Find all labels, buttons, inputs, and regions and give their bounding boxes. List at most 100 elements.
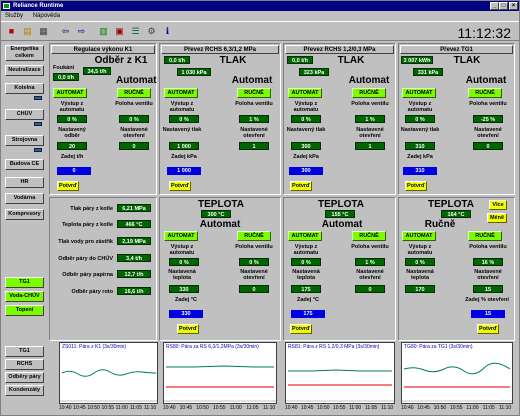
open-icon[interactable]: ▤: [21, 25, 34, 37]
info-icon[interactable]: ℹ: [161, 25, 174, 37]
k1-rucne-button[interactable]: RUČNĚ: [117, 88, 151, 98]
rchs63-input[interactable]: 1 000: [167, 167, 201, 175]
nav-kotelna[interactable]: Kotelna: [5, 83, 44, 94]
status-value-0: 6,21 MPa: [117, 204, 151, 212]
t2-temperature: 300 °C: [201, 210, 231, 218]
nav-vodarna[interactable]: Vodárna: [5, 193, 44, 204]
nav-strojovna[interactable]: Strojovna: [5, 135, 44, 146]
k1-setpoint-label: Nastavený odběr: [58, 127, 86, 139]
rchs63-mode-title: TLAK: [219, 55, 247, 66]
panel-tg1-title: Převez TG1: [400, 45, 513, 54]
rchs63-input-label: Zadej kPa: [171, 154, 197, 160]
tg1-rucne-button[interactable]: RUČNĚ: [468, 88, 502, 98]
rchs12-confirm-button[interactable]: Potvrď: [290, 181, 312, 191]
t3-automat-button[interactable]: AUTOMAT: [288, 231, 322, 241]
list-icon[interactable]: ☰: [129, 25, 142, 37]
tg1-input[interactable]: 310: [403, 167, 437, 175]
print-icon[interactable]: ▦: [37, 25, 50, 37]
status-label-0: Tlak páry z kotle: [70, 206, 113, 212]
t2-input[interactable]: 330: [169, 310, 203, 318]
t2-rucne-button[interactable]: RUČNĚ: [237, 231, 271, 241]
k1-confirm-button[interactable]: Potvrď: [57, 181, 79, 191]
nav-tg1[interactable]: TG1: [5, 346, 44, 357]
t2-confirm-button[interactable]: Potvrď: [177, 324, 199, 334]
time-tick-2-5: 11:05: [365, 405, 378, 411]
back-icon[interactable]: ⇦: [59, 25, 72, 37]
t2-output-label: Výstup z automatu: [169, 244, 195, 256]
t2-position-label: Poloha ventilu: [235, 244, 273, 250]
nav-chuv[interactable]: CHÚV: [5, 109, 44, 120]
settings-icon[interactable]: ⚙: [145, 25, 158, 37]
close-button[interactable]: ×: [509, 2, 518, 10]
t3-confirm-button[interactable]: Potvrď: [290, 324, 312, 334]
panel-status: [49, 197, 157, 341]
nav-topeni[interactable]: Topení: [5, 305, 44, 316]
nav-tg1-active[interactable]: TG1: [5, 277, 44, 288]
status-label-4: Odběr páry papírna: [62, 272, 113, 278]
rchs12-mode: Automat: [348, 75, 390, 86]
t4-rucne-button[interactable]: RUČNĚ: [468, 231, 502, 241]
stop-icon[interactable]: ■: [5, 25, 18, 37]
rchs63-position-label: Poloha ventilu: [235, 101, 273, 107]
nav-neutralizace[interactable]: Neutralizace: [5, 65, 44, 76]
trend-chart-rchs12[interactable]: RS81: Pára z RS 1,2/0,3 MPa (3s/30min): [285, 342, 395, 404]
menu-sluzby[interactable]: Služby: [5, 13, 23, 19]
rchs63-position-value: 1 %: [239, 115, 269, 123]
nav-kondenzaty[interactable]: Kondenzáty: [5, 385, 44, 396]
rchs12-input[interactable]: 300: [289, 167, 323, 175]
nav-budova-ce[interactable]: Budova CE: [5, 159, 44, 170]
nav-hr[interactable]: HR: [5, 177, 44, 188]
t4-input-label: Zadej % otevření: [465, 297, 509, 303]
t3-position-label: Poloha ventilu: [351, 244, 389, 250]
time-tick-1-6: 11:10: [263, 405, 276, 411]
t2-automat-button[interactable]: AUTOMAT: [164, 231, 198, 241]
t3-input[interactable]: 175: [291, 310, 325, 318]
trend-chart-tg1[interactable]: TG80: Pára za TG1 (3s/30min): [401, 342, 513, 404]
tg1-input-label: Zadej kPa: [407, 154, 433, 160]
rchs63-setpoint-label: Nastavený tlak: [162, 127, 202, 133]
k1-input[interactable]: 0: [57, 167, 91, 175]
tg1-automat-button[interactable]: AUTOMAT: [402, 88, 436, 98]
menu-napoveda[interactable]: Nápověda: [33, 13, 60, 19]
nav-energetika[interactable]: Energetika celkem: [5, 45, 44, 61]
rchs12-automat-button[interactable]: AUTOMAT: [288, 88, 322, 98]
t4-automat-button[interactable]: AUTOMAT: [402, 231, 436, 241]
rchs63-rucne-button[interactable]: RUČNĚ: [237, 88, 271, 98]
t3-input-label: Zadej °C: [296, 297, 320, 303]
k1-mode-title: Odběr z K1: [94, 55, 148, 66]
t3-rucne-button[interactable]: RUČNĚ: [352, 231, 386, 241]
alarm-icon[interactable]: ▣: [113, 25, 126, 37]
window-title: Reliance Runtime: [13, 3, 64, 9]
t3-temperature: 155 °C: [325, 210, 355, 218]
nav-rchs[interactable]: RCHS: [5, 359, 44, 370]
t4-less-button[interactable]: Méně: [487, 213, 507, 223]
chart-icon[interactable]: ▥: [97, 25, 110, 37]
trend-chart-k1-title: ZS011: Pára z K1 (3s/30min): [62, 344, 127, 350]
nav-odbery-pary[interactable]: Odběry páry: [5, 372, 44, 383]
k1-automat-button[interactable]: AUTOMAT: [53, 88, 87, 98]
time-tick-3-4: 11:00: [466, 405, 479, 411]
t4-confirm-button[interactable]: Potvrď: [477, 324, 499, 334]
minimize-button[interactable]: _: [490, 2, 499, 10]
rchs12-rucne-button[interactable]: RUČNĚ: [352, 88, 386, 98]
time-tick-2-4: 11:00: [349, 405, 362, 411]
status-value-4: 12,7 t/h: [117, 270, 151, 278]
trend-chart-k1[interactable]: ZS011: Pára z K1 (3s/30min): [59, 342, 158, 404]
t4-input[interactable]: 15: [471, 310, 505, 318]
nav-voda-chuv[interactable]: Voda-CHÚV: [5, 291, 44, 302]
t3-output-label: Výstup z automatu: [293, 244, 319, 256]
trend-tg1-green-line: [403, 362, 511, 375]
trend-tg1-svg: [402, 362, 512, 402]
rchs63-confirm-button[interactable]: Potvrď: [169, 181, 191, 191]
tg1-setpoint-label: Nastavený tlak: [400, 127, 440, 133]
k1-setpoint-value: 20: [57, 142, 87, 150]
nav-kompresory[interactable]: Kompresory: [5, 209, 44, 220]
k1-output-value: 0 %: [57, 115, 87, 123]
rchs12-output-label: Výstup z automatu: [293, 101, 319, 113]
maximize-button[interactable]: □: [499, 2, 508, 10]
tg1-confirm-button[interactable]: Potvrď: [405, 181, 427, 191]
rchs63-automat-button[interactable]: AUTOMAT: [164, 88, 198, 98]
t4-more-button[interactable]: Více: [489, 200, 507, 210]
trend-chart-rchs63[interactable]: RS80: Pára za RS 6,3/1,2MPa (3s/30min): [163, 342, 277, 404]
forward-icon[interactable]: ⇨: [75, 25, 88, 37]
